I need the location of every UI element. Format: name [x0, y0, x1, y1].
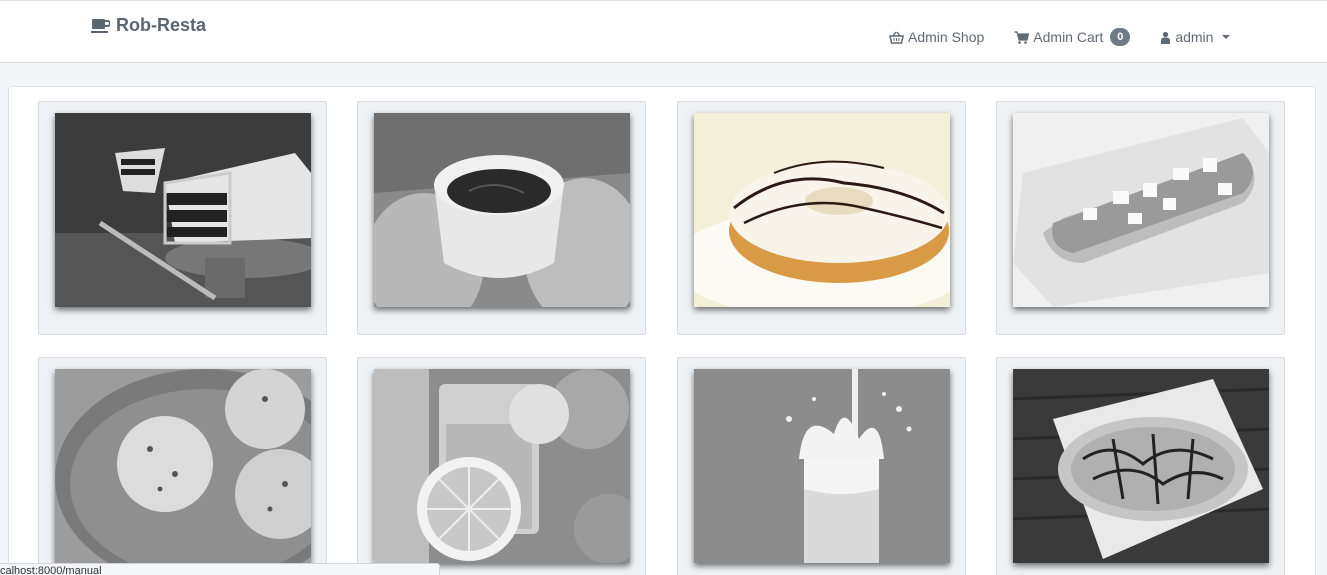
product-grid-panel [8, 86, 1316, 575]
product-card-donut[interactable] [677, 101, 966, 335]
nav-user-dropdown[interactable]: admin [1160, 29, 1231, 45]
browser-status-bar: calhost:8000/manual [0, 563, 440, 575]
nav-admin-cart-label: Admin Cart [1033, 29, 1104, 45]
top-navbar: Rob-Resta Admin Shop Admin Cart 0 admin [0, 0, 1327, 63]
product-image-donut [694, 113, 950, 307]
product-image-milk [694, 369, 950, 563]
basket-icon [889, 31, 904, 44]
user-icon [1161, 31, 1171, 44]
product-image-pizza [1013, 369, 1269, 563]
brand-name: Rob-Resta [116, 15, 207, 35]
cart-icon [1014, 30, 1030, 44]
product-image-drink [374, 113, 630, 307]
product-image-hotdog [1013, 113, 1269, 307]
nav-admin-shop[interactable]: Admin Shop [889, 29, 984, 45]
product-card-ice-cream[interactable] [38, 357, 327, 575]
nav-admin-cart[interactable]: Admin Cart 0 [1014, 28, 1131, 46]
product-image-orange-juice [374, 369, 630, 563]
brand-link[interactable]: Rob-Resta [91, 15, 206, 36]
product-card-orange-juice[interactable] [357, 357, 646, 575]
chevron-down-icon [1222, 35, 1231, 39]
coffee-cup-icon [91, 18, 110, 33]
nav-user-label: admin [1175, 29, 1214, 45]
product-card-milk[interactable] [677, 357, 966, 575]
product-image-ice-cream [55, 369, 311, 563]
status-url: calhost:8000/manual [0, 565, 102, 575]
cart-count-badge: 0 [1110, 28, 1131, 46]
product-card-cake[interactable] [38, 101, 327, 335]
product-card-hotdog[interactable] [996, 101, 1285, 335]
nav-admin-shop-label: Admin Shop [908, 29, 985, 45]
product-card-pizza[interactable] [996, 357, 1285, 575]
product-card-drink[interactable] [357, 101, 646, 335]
product-image-cake [55, 113, 311, 307]
